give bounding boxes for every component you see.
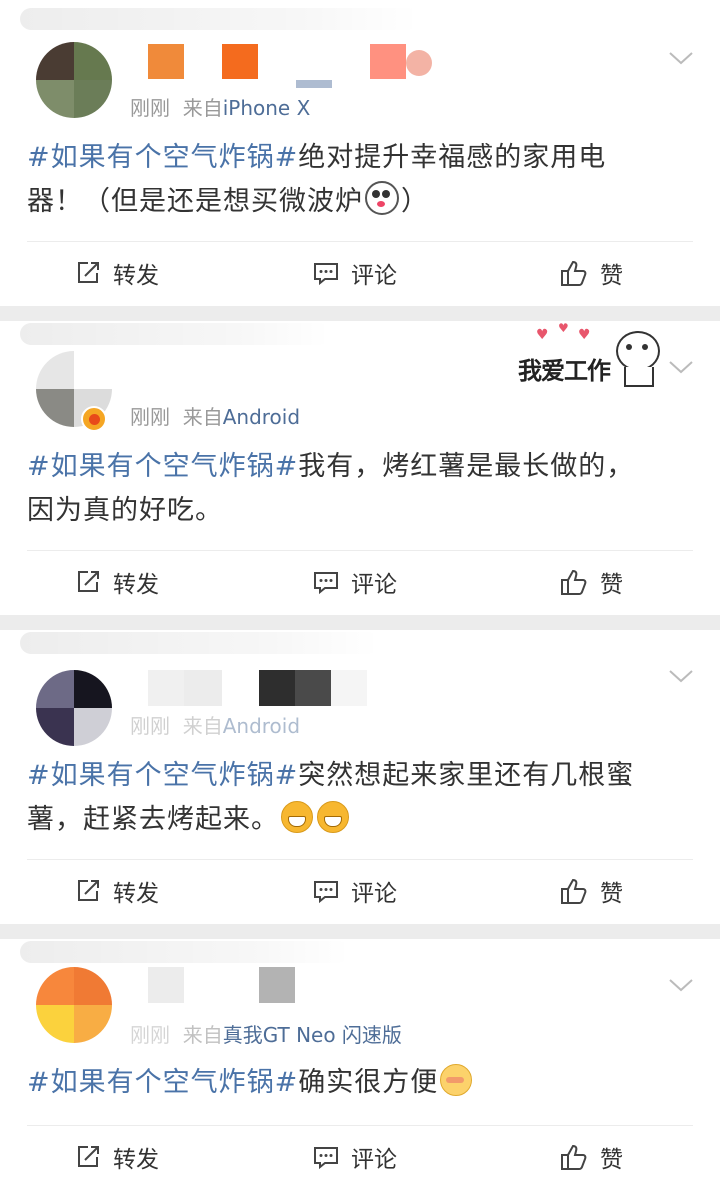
thumbs-up-icon (561, 260, 587, 286)
comment-button[interactable]: 评论 (313, 1129, 397, 1185)
post-meta: 刚刚 来自Android (130, 401, 300, 430)
post-text-end: ） (401, 186, 429, 217)
shy-face-emoji (440, 1064, 473, 1096)
source-prefix: 来自 (182, 405, 223, 429)
thumbs-up-icon (561, 1144, 587, 1170)
chevron-down-icon[interactable] (668, 668, 694, 684)
comment-icon (314, 881, 338, 904)
divider (27, 550, 693, 551)
post-time: 刚刚 (130, 405, 170, 429)
repost-button[interactable]: 转发 (75, 1129, 159, 1185)
blurred-header (20, 323, 330, 345)
thumbs-up-icon (561, 878, 587, 904)
comment-icon (314, 263, 338, 286)
card-sticker: ♥ ♥ ♥ 我爱工作 (516, 321, 666, 393)
panda-face-emoji (365, 181, 399, 215)
sticker-text: 我爱工作 (518, 357, 611, 385)
post-meta: 刚刚 来自Android (130, 710, 300, 739)
repost-label: 转发 (113, 572, 159, 598)
like-button[interactable]: 赞 (560, 863, 623, 919)
post-card: 刚刚 来自真我GT Neo 闪速版 #如果有个空气炸锅#确实很方便 转发 评论 … (0, 939, 720, 1187)
post-content: #如果有个空气炸锅#绝对提升幸福感的家用电器！（但是还是想买微波炉） (27, 136, 660, 224)
source-device[interactable]: Android (223, 405, 300, 429)
like-button[interactable]: 赞 (560, 554, 623, 610)
avatar[interactable] (36, 42, 112, 118)
blurred-header (20, 941, 350, 963)
comment-button[interactable]: 评论 (313, 245, 397, 301)
post-content: #如果有个空气炸锅#我有，烤红薯是最长做的，因为真的好吃。 (27, 445, 660, 533)
blurred-header (20, 632, 380, 654)
heart-icon: ♥ (578, 327, 591, 343)
action-bar: 转发 评论 赞 (0, 245, 720, 301)
heart-icon: ♥ (558, 321, 569, 335)
source-prefix: 来自 (182, 714, 223, 738)
post-time: 刚刚 (130, 96, 170, 120)
source-device[interactable]: Android (223, 714, 300, 738)
divider (27, 241, 693, 242)
comment-label: 评论 (351, 263, 397, 289)
post-time: 刚刚 (130, 714, 170, 738)
repost-button[interactable]: 转发 (75, 863, 159, 919)
chevron-down-icon[interactable] (668, 359, 694, 375)
repost-icon (78, 571, 99, 592)
repost-icon (78, 262, 99, 283)
repost-label: 转发 (113, 881, 159, 907)
post-content: #如果有个空气炸锅#突然想起来家里还有几根蜜薯，赶紧去烤起来。 (27, 754, 660, 842)
comment-button[interactable]: 评论 (313, 554, 397, 610)
repost-label: 转发 (113, 263, 159, 289)
post-card: 刚刚 来自iPhone X #如果有个空气炸锅#绝对提升幸福感的家用电器！（但是… (0, 0, 720, 306)
chevron-down-icon[interactable] (668, 977, 694, 993)
source-device[interactable]: 真我GT Neo 闪速版 (223, 1023, 402, 1047)
heart-icon: ♥ (536, 327, 549, 343)
like-label: 赞 (600, 1147, 623, 1173)
comment-label: 评论 (351, 572, 397, 598)
topic-link[interactable]: #如果有个空气炸锅# (27, 451, 298, 482)
post-card: 刚刚 来自Android #如果有个空气炸锅#突然想起来家里还有几根蜜薯，赶紧去… (0, 630, 720, 924)
comment-button[interactable]: 评论 (313, 863, 397, 919)
cartoon-character-icon (616, 331, 660, 371)
post-text: 确实很方便 (298, 1067, 439, 1098)
comment-label: 评论 (351, 1147, 397, 1173)
divider (27, 859, 693, 860)
avatar[interactable] (36, 967, 112, 1043)
cartoon-body-icon (624, 367, 654, 387)
comment-icon (314, 1147, 338, 1170)
comment-icon (314, 572, 338, 595)
topic-link[interactable]: #如果有个空气炸锅# (27, 142, 298, 173)
repost-icon (78, 1146, 99, 1167)
source-prefix: 来自 (182, 1023, 223, 1047)
topic-link[interactable]: #如果有个空气炸锅# (27, 760, 298, 791)
verified-badge (81, 406, 107, 432)
grin-emoji (317, 801, 349, 833)
like-label: 赞 (600, 263, 623, 289)
blurred-header (20, 8, 420, 30)
divider (27, 1125, 693, 1126)
repost-label: 转发 (113, 1147, 159, 1173)
source-prefix: 来自 (182, 96, 223, 120)
source-device[interactable]: iPhone X (223, 96, 311, 120)
like-label: 赞 (600, 572, 623, 598)
repost-button[interactable]: 转发 (75, 554, 159, 610)
avatar[interactable] (36, 670, 112, 746)
action-bar: 转发 评论 赞 (0, 863, 720, 919)
repost-icon (78, 880, 99, 901)
post-content: #如果有个空气炸锅#确实很方便 (27, 1061, 660, 1105)
like-button[interactable]: 赞 (560, 1129, 623, 1185)
post-meta: 刚刚 来自iPhone X (130, 92, 310, 121)
chevron-down-icon[interactable] (668, 50, 694, 66)
topic-link[interactable]: #如果有个空气炸锅# (27, 1067, 298, 1098)
action-bar: 转发 评论 赞 (0, 1129, 720, 1185)
action-bar: 转发 评论 赞 (0, 554, 720, 610)
grin-emoji (281, 801, 313, 833)
post-time: 刚刚 (130, 1023, 170, 1047)
post-card: 刚刚 来自Android ♥ ♥ ♥ 我爱工作 #如果有个空气炸锅#我有，烤红薯… (0, 321, 720, 615)
repost-button[interactable]: 转发 (75, 245, 159, 301)
like-button[interactable]: 赞 (560, 245, 623, 301)
post-meta: 刚刚 来自真我GT Neo 闪速版 (130, 1019, 402, 1048)
comment-label: 评论 (351, 881, 397, 907)
like-label: 赞 (600, 881, 623, 907)
thumbs-up-icon (561, 569, 587, 595)
